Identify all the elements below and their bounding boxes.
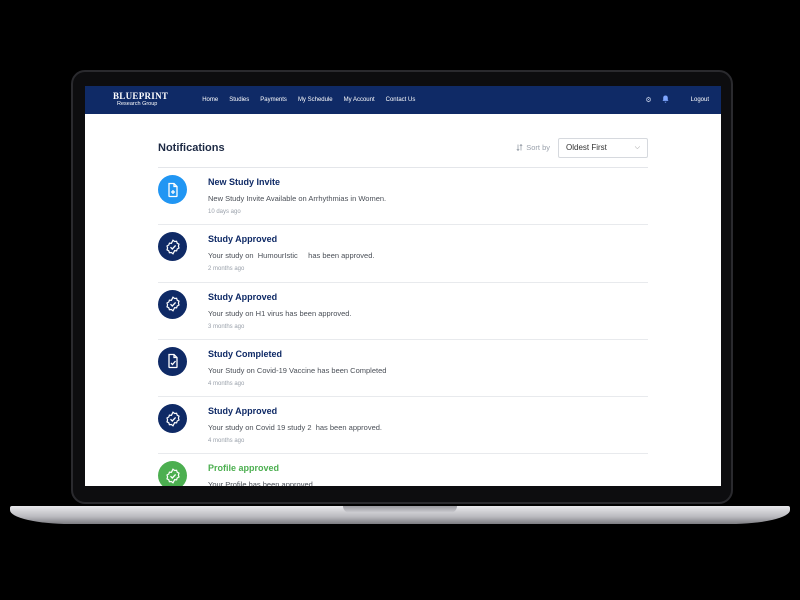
sort-label: Sort by bbox=[516, 143, 550, 152]
notification-text: New Study Invite New Study Invite Availab… bbox=[208, 175, 386, 224]
nav-my-account[interactable]: My Account bbox=[344, 97, 375, 103]
sort-select[interactable]: Oldest First ⌵ bbox=[558, 137, 648, 158]
nav-links: Home Studies Payments My Schedule My Acc… bbox=[202, 97, 415, 103]
nav-my-schedule[interactable]: My Schedule bbox=[298, 97, 333, 103]
page-title: Notifications bbox=[158, 141, 225, 154]
notification-time: 4 months ago bbox=[208, 380, 245, 387]
sort-label-text: Sort by bbox=[526, 143, 550, 152]
check-badge-icon bbox=[158, 232, 187, 262]
notification-message: Your study on HumourIstic has been appro… bbox=[208, 251, 375, 261]
document-add-icon bbox=[158, 175, 187, 204]
notification-text: Study Completed Your Study on Covid-19 Va… bbox=[208, 347, 386, 396]
notification-text: Study Approved Your study on HumourIstic … bbox=[208, 232, 375, 281]
notification-message: Your Study on Covid-19 Vaccine has been … bbox=[208, 365, 387, 375]
notifications-list: New Study Invite New Study Invite Availab… bbox=[158, 168, 648, 486]
nav-studies[interactable]: Studies bbox=[229, 97, 249, 103]
nav-contact-us[interactable]: Contact Us bbox=[386, 97, 416, 103]
notification-message: Your study on Covid 19 study 2 has been … bbox=[208, 423, 383, 433]
notification-time: 10 days ago bbox=[208, 209, 241, 215]
bell-icon[interactable] bbox=[662, 95, 669, 105]
notification-item[interactable]: Study Approved Your study on H1 virus has… bbox=[158, 283, 648, 340]
notification-text: Profile approved Your Profile has been ap… bbox=[208, 461, 315, 486]
brand-logo[interactable]: BLUEPRINT Research Group bbox=[113, 92, 168, 108]
check-badge-icon bbox=[158, 404, 187, 434]
document-check-icon bbox=[158, 346, 187, 376]
notifications-header: Notifications Sort by Oldest First ⌵ bbox=[158, 136, 648, 168]
chevron-down-icon: ⌵ bbox=[634, 143, 640, 151]
notification-item[interactable]: Study Approved Your study on Covid 19 stu… bbox=[158, 397, 648, 455]
notification-message: Your Profile has been approved. bbox=[208, 480, 315, 486]
check-badge-icon bbox=[158, 289, 187, 319]
notification-text: Study Approved Your study on H1 virus has… bbox=[208, 290, 352, 339]
notification-message: New Study Invite Available on Arrhythmia… bbox=[208, 194, 387, 203]
notification-item[interactable]: Study Approved Your study on HumourIstic … bbox=[158, 225, 648, 283]
notification-item[interactable]: New Study Invite New Study Invite Availab… bbox=[158, 168, 648, 226]
app-screen: BLUEPRINT Research Group Home Studies Pa… bbox=[85, 86, 721, 486]
notification-time: 2 months ago bbox=[208, 266, 245, 273]
notification-title: Study Approved bbox=[208, 406, 278, 417]
nav-payments[interactable]: Payments bbox=[260, 97, 287, 103]
check-badge-icon bbox=[158, 461, 187, 486]
settings-icon[interactable]: ⚙ bbox=[645, 96, 651, 104]
notification-time: 4 months ago bbox=[208, 438, 245, 445]
nav-home[interactable]: Home bbox=[202, 97, 218, 103]
brand-name: BLUEPRINT bbox=[113, 91, 169, 102]
laptop-notch bbox=[343, 506, 457, 513]
notification-title: Study Approved bbox=[208, 234, 278, 245]
notification-title: New Study Invite bbox=[208, 177, 281, 187]
notification-item[interactable]: Profile approved Your Profile has been ap… bbox=[158, 454, 648, 486]
notification-title: Study Approved bbox=[208, 291, 278, 302]
notification-title: Study Completed bbox=[208, 348, 283, 359]
notification-item[interactable]: Study Completed Your Study on Covid-19 Va… bbox=[158, 340, 648, 398]
notification-message: Your study on H1 virus has been approved… bbox=[208, 308, 352, 318]
notification-title: Profile approved bbox=[208, 463, 280, 474]
notification-time: 3 months ago bbox=[208, 323, 245, 330]
sort-control: Sort by Oldest First ⌵ bbox=[516, 137, 648, 158]
brand-subtitle: Research Group bbox=[117, 101, 158, 108]
logout-button[interactable]: Logout bbox=[691, 97, 709, 103]
notifications-panel: Notifications Sort by Oldest First ⌵ New… bbox=[158, 136, 648, 486]
sort-select-value: Oldest First bbox=[566, 143, 607, 152]
nav-right: ⚙ Logout bbox=[645, 95, 709, 105]
sort-icon bbox=[516, 144, 523, 151]
top-navbar: BLUEPRINT Research Group Home Studies Pa… bbox=[85, 86, 721, 114]
notification-text: Study Approved Your study on Covid 19 stu… bbox=[208, 404, 382, 453]
